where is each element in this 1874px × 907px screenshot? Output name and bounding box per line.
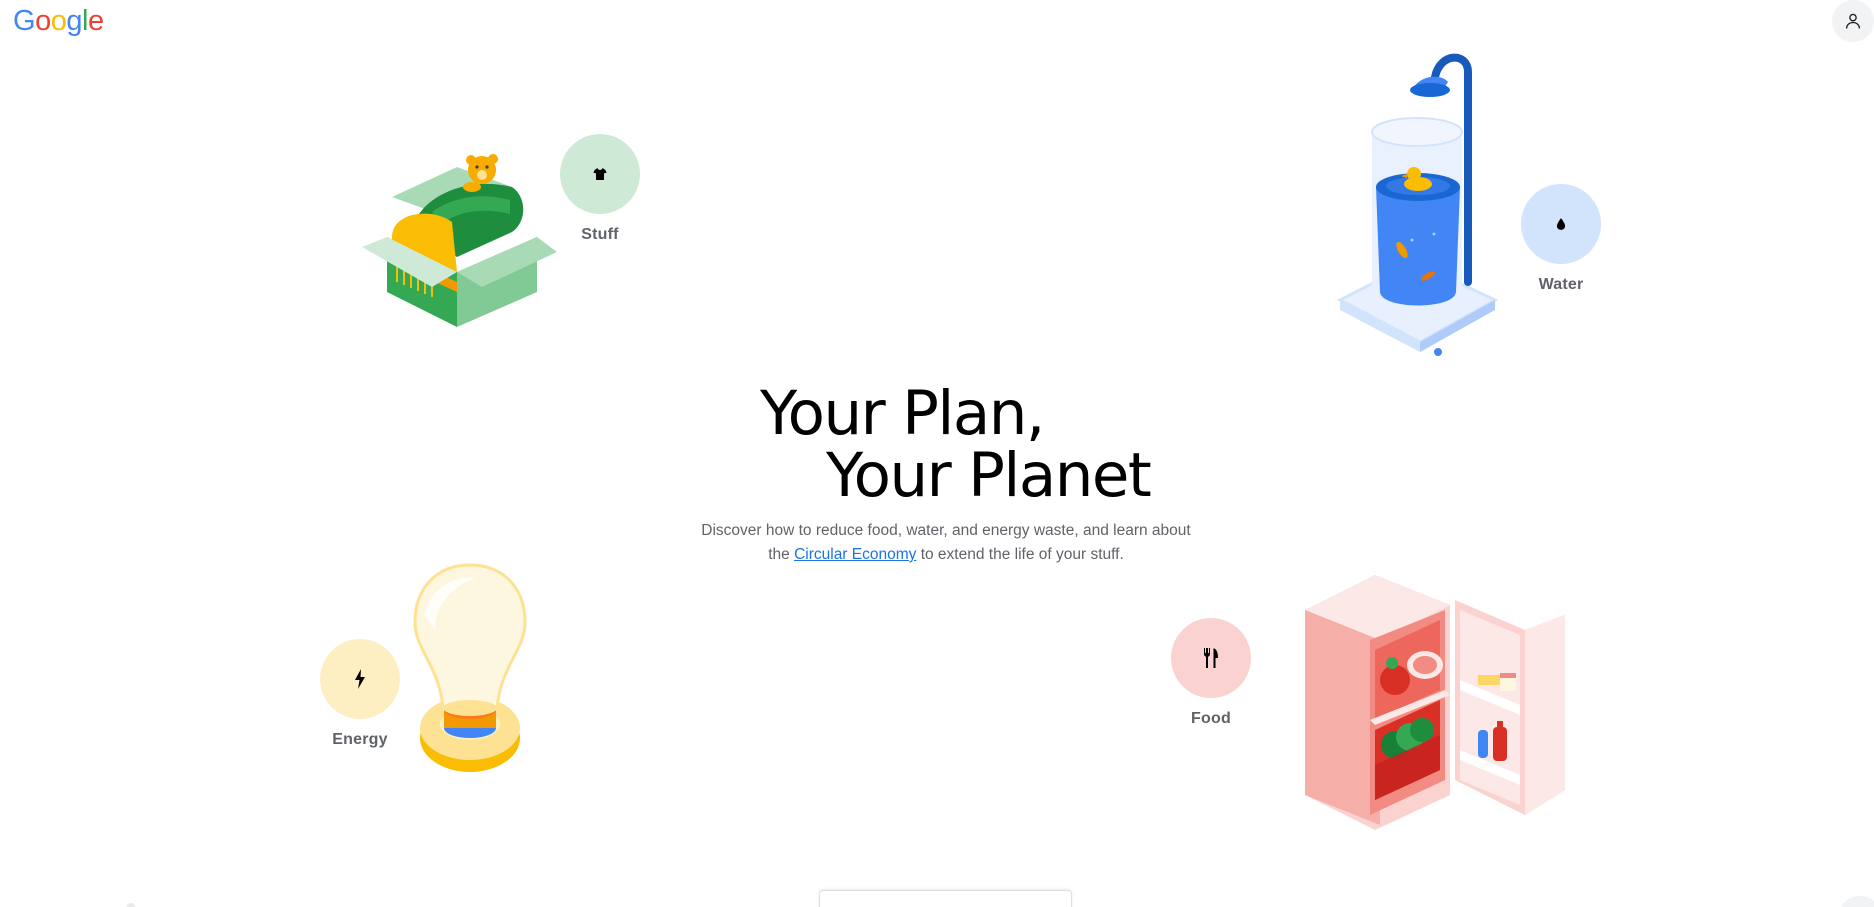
food-fridge-illustration[interactable] — [1300, 555, 1565, 830]
person-icon — [1845, 13, 1861, 29]
energy-bulb-illustration[interactable] — [405, 560, 540, 785]
account-button[interactable] — [1832, 0, 1874, 42]
category-stuff[interactable]: Stuff — [560, 134, 640, 244]
water-bubble[interactable] — [1521, 184, 1601, 264]
lightning-bolt-icon — [355, 669, 365, 689]
logo-letter-g: G — [13, 5, 36, 37]
food-label: Food — [1191, 710, 1231, 727]
tshirt-icon — [593, 168, 607, 180]
fork-knife-icon — [1204, 648, 1218, 668]
circular-economy-link[interactable]: Circular Economy — [794, 546, 916, 563]
hero-description: Discover how to reduce food, water, and … — [700, 519, 1192, 567]
google-logo[interactable]: Google — [13, 4, 104, 38]
category-energy[interactable]: Energy — [320, 639, 400, 749]
category-food[interactable]: Food — [1171, 618, 1251, 728]
food-bubble[interactable] — [1171, 618, 1251, 698]
hero-desc-part2: to extend the life of your stuff. — [916, 546, 1124, 563]
logo-letter-e: e — [87, 5, 104, 37]
hero-title-line2: Your Planet — [826, 440, 1152, 511]
bottom-card[interactable] — [819, 890, 1072, 907]
stuff-bubble[interactable] — [560, 134, 640, 214]
energy-bubble[interactable] — [320, 639, 400, 719]
logo-letter-g2: g — [66, 5, 82, 37]
water-shower-illustration[interactable] — [1330, 52, 1510, 372]
stuff-label: Stuff — [581, 226, 619, 243]
stuff-box-illustration[interactable] — [362, 142, 562, 332]
category-water[interactable]: Water — [1521, 184, 1601, 294]
energy-label: Energy — [332, 731, 388, 748]
hero-title-line1: Your Plan, — [760, 378, 1045, 449]
logo-letter-o2: o — [50, 5, 67, 37]
bottom-left-indicator — [126, 903, 136, 907]
logo-letter-o1: o — [35, 5, 51, 37]
bottom-right-button[interactable] — [1838, 896, 1874, 907]
water-drop-icon — [1556, 218, 1566, 230]
water-label: Water — [1538, 276, 1584, 293]
